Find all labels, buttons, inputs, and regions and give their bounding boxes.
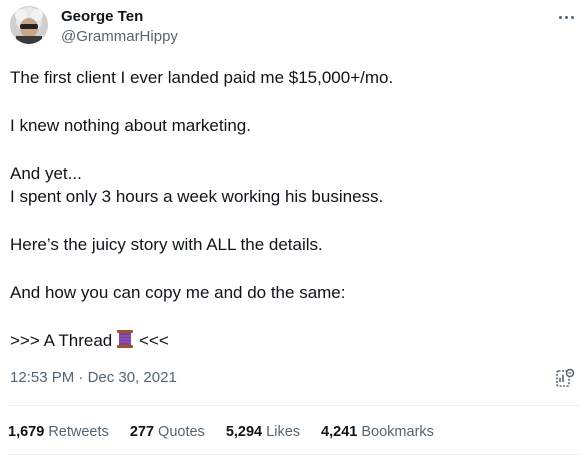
analytics-button[interactable]	[555, 367, 575, 389]
avatar-image	[10, 6, 48, 44]
tweet-line: And yet...	[10, 164, 82, 183]
more-options-button[interactable]	[556, 8, 576, 26]
bookmarks-label: Bookmarks	[361, 424, 434, 440]
bookmarks-stat[interactable]: 4,241 Bookmarks	[321, 423, 434, 441]
spool-of-thread-icon	[116, 329, 134, 355]
quotes-stat[interactable]: 277 Quotes	[130, 423, 205, 441]
author-handle[interactable]: @GrammarHippy	[61, 28, 178, 46]
retweets-stat[interactable]: 1,679 Retweets	[8, 423, 109, 441]
tweet-line: >>> A Thread <<<	[10, 329, 570, 352]
tweet-time[interactable]: 12:53 PM	[10, 369, 74, 386]
more-icon	[558, 15, 562, 19]
tweet-text: The first client I ever landed paid me $…	[10, 66, 570, 352]
likes-stat[interactable]: 5,294 Likes	[226, 423, 300, 441]
quotes-count: 277	[129, 424, 155, 440]
bookmarks-count: 4,241	[321, 424, 358, 440]
likes-label: Likes	[266, 424, 301, 440]
thread-marker-end: <<<	[138, 331, 169, 350]
tweet-date[interactable]: Dec 30, 2021	[88, 369, 177, 386]
tweet-line: And how you can copy me and do the same:	[10, 283, 346, 302]
analytics-icon	[556, 368, 575, 387]
tweet-line: I knew nothing about marketing.	[10, 116, 251, 135]
divider	[8, 405, 580, 406]
tweet-line: I spent only 3 hours a week working his …	[10, 187, 384, 206]
more-icon-dot	[564, 15, 568, 19]
likes-count: 5,294	[225, 424, 263, 440]
retweets-label: Retweets	[48, 424, 109, 440]
tweet-line: The first client I ever landed paid me $…	[10, 68, 394, 87]
more-icon-dot	[570, 15, 574, 19]
divider	[8, 454, 580, 455]
meta-separator: ·	[74, 369, 88, 386]
author-name[interactable]: George Ten	[61, 8, 143, 26]
retweets-count: 1,679	[8, 424, 45, 440]
quotes-label: Quotes	[158, 424, 205, 440]
tweet-line: Here’s the juicy story with ALL the deta…	[10, 235, 323, 254]
tweet-stats: 1,679 Retweets 277 Quotes 5,294 Likes 4,…	[8, 423, 451, 441]
tweet-timestamp: 12:53 PM · Dec 30, 2021	[10, 369, 177, 387]
thread-marker-start: >>> A Thread	[10, 331, 113, 350]
avatar[interactable]	[10, 6, 48, 44]
